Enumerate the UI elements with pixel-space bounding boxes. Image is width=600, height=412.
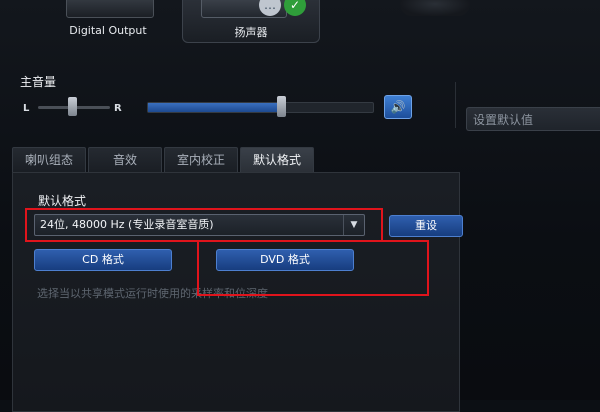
- device-other[interactable]: [400, 0, 470, 16]
- balance-right-label: R: [114, 103, 122, 114]
- balance-slider-thumb[interactable]: [68, 97, 77, 116]
- cd-format-button[interactable]: CD 格式: [34, 249, 172, 271]
- tab-effects[interactable]: 音效: [88, 147, 162, 172]
- checkmark-icon: ✓: [284, 0, 306, 16]
- balance-left-label: L: [23, 103, 30, 114]
- highlight-box-format-dropdown: [25, 208, 383, 242]
- reset-button[interactable]: 重设: [389, 215, 463, 237]
- mute-button[interactable]: 🔊: [384, 95, 412, 119]
- tab-room-correction[interactable]: 室内校正: [164, 147, 238, 172]
- volume-slider-thumb[interactable]: [277, 96, 286, 117]
- master-volume-slider[interactable]: [147, 102, 374, 113]
- device-label: 扬声器: [234, 26, 268, 39]
- set-default-button[interactable]: 设置默认值: [466, 107, 600, 131]
- speaker-icon: 🔊: [390, 100, 406, 114]
- volume-fill: [148, 103, 279, 112]
- highlight-box-dvd-format: [197, 240, 429, 296]
- tab-default-format[interactable]: 默认格式: [240, 147, 314, 173]
- default-format-title: 默认格式: [38, 194, 87, 208]
- digital-output-device-icon: [66, 0, 154, 18]
- device-digital-output[interactable]: Digital Output: [58, 0, 158, 44]
- device-speakers[interactable]: … ✓ 扬声器: [182, 0, 320, 43]
- sound-manager-window: Digital Output … ✓ 扬声器 主音量 L R 🔊 设置默认值 喇…: [0, 0, 600, 412]
- divider: [455, 82, 456, 128]
- master-volume-title: 主音量: [20, 75, 57, 89]
- device-label: Digital Output: [69, 24, 147, 37]
- tab-speaker-config[interactable]: 喇叭组态: [12, 147, 86, 172]
